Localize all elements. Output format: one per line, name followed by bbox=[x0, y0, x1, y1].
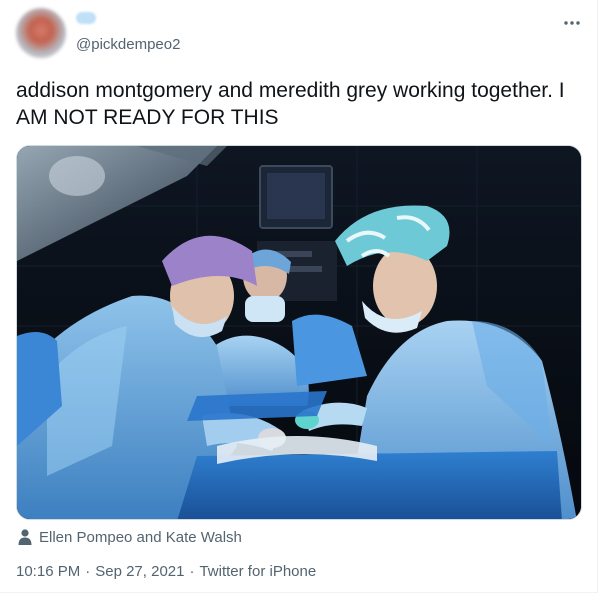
tweet-time[interactable]: 10:16 PM bbox=[16, 563, 80, 580]
media-caption-text: Ellen Pompeo and Kate Walsh bbox=[39, 528, 242, 546]
display-name-redacted bbox=[76, 12, 96, 24]
tweet-date[interactable]: Sep 27, 2021 bbox=[95, 563, 184, 580]
tweet-card[interactable]: @pickdempeo2 addison montgomery and mere… bbox=[0, 0, 598, 593]
tweet-media-photo[interactable] bbox=[16, 145, 582, 520]
user-handle[interactable]: @pickdempeo2 bbox=[76, 36, 180, 53]
avatar[interactable] bbox=[16, 8, 66, 58]
more-options-icon[interactable] bbox=[560, 14, 584, 32]
media-caption[interactable]: Ellen Pompeo and Kate Walsh bbox=[18, 528, 242, 546]
person-icon bbox=[18, 529, 32, 545]
meta-separator: · bbox=[85, 563, 91, 580]
tweet-source[interactable]: Twitter for iPhone bbox=[199, 563, 316, 580]
tweet-meta: 10:16 PM · Sep 27, 2021 · Twitter for iP… bbox=[16, 563, 316, 580]
tweet-text: addison montgomery and meredith grey wor… bbox=[16, 79, 565, 129]
surgery-photo bbox=[17, 146, 581, 519]
display-name[interactable] bbox=[76, 12, 96, 26]
meta-separator: · bbox=[189, 563, 195, 580]
